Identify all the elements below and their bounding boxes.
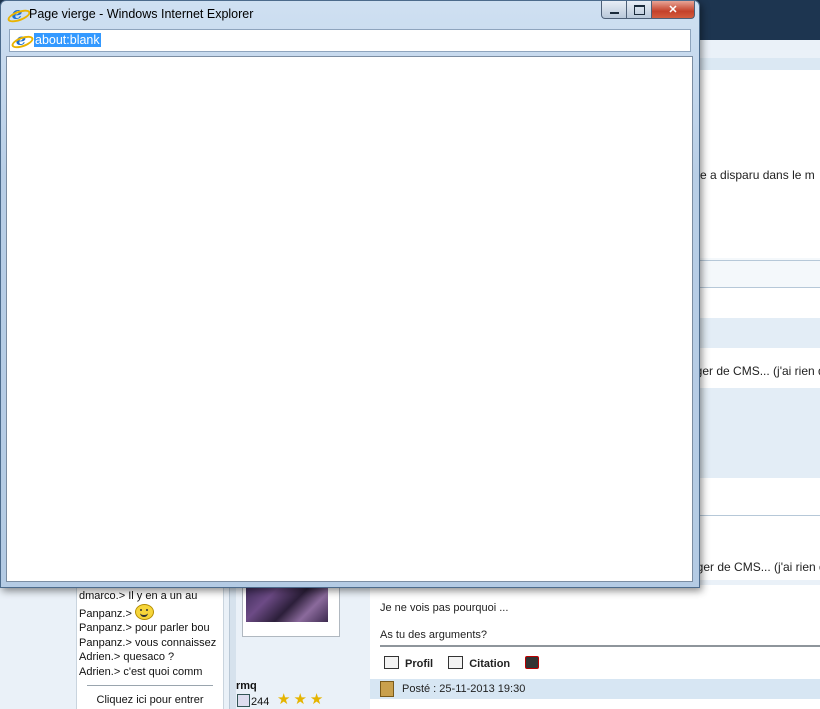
post-text-line: Je ne vois pas pourquoi ... — [380, 602, 509, 614]
post-divider — [380, 645, 820, 647]
title-bar[interactable]: e Page vierge - Windows Internet Explore… — [1, 1, 699, 27]
chat-message: dmarco.> Il y en a un au — [79, 590, 198, 602]
background-divider — [696, 515, 820, 516]
address-input[interactable]: about:blank — [34, 33, 101, 47]
chat-message: Panpanz.> — [79, 603, 221, 622]
ie-popup-window: e Page vierge - Windows Internet Explore… — [0, 0, 700, 588]
minimize-icon — [609, 11, 619, 14]
maximize-icon — [633, 4, 645, 15]
clipboard-icon — [380, 681, 394, 697]
avatar — [242, 583, 340, 637]
avatar-image — [246, 584, 328, 622]
background-strip — [696, 318, 820, 348]
post-body: Je ne vois pas pourquoi ... As tu des ar… — [370, 585, 820, 709]
background-snippet: site a disparu dans le m — [688, 168, 815, 182]
quote-icon — [448, 656, 464, 669]
window-title: Page vierge - Windows Internet Explorer — [29, 7, 254, 21]
post-text-line: As tu des arguments? — [380, 629, 488, 641]
maximize-button[interactable] — [627, 1, 652, 19]
chat-enter-link[interactable]: Cliquez ici pour entrer — [79, 694, 221, 706]
print-icon[interactable] — [525, 656, 540, 669]
chat-message: Adrien.> c'est quoi comm — [79, 665, 203, 678]
profile-icon — [384, 656, 399, 669]
minimize-button[interactable] — [601, 1, 627, 19]
background-divider — [696, 287, 820, 288]
column-separator — [229, 585, 236, 709]
background-snippet: nger de CMS... (j'ai rien dit) — [689, 364, 820, 378]
rank-stars: ★★★ — [277, 691, 327, 708]
chat-divider — [87, 685, 213, 686]
post-date: Posté : 25-11-2013 19:30 — [402, 683, 526, 695]
background-divider — [696, 260, 820, 261]
profile-button[interactable]: Profil — [384, 656, 439, 670]
chat-message: Panpanz.> vous connaissez — [79, 636, 217, 649]
chat-message: Panpanz.> pour parler bou — [79, 622, 210, 634]
ie-logo-icon: e — [9, 6, 25, 23]
close-icon: ✕ — [668, 4, 678, 16]
background-strip — [696, 388, 820, 478]
ie-page-icon: e — [13, 32, 29, 48]
page-content-area[interactable] — [6, 56, 693, 582]
smiley-icon — [134, 603, 154, 620]
post-count: 244 — [237, 694, 269, 708]
quote-button[interactable]: Citation — [448, 656, 516, 670]
close-button[interactable]: ✕ — [652, 1, 695, 19]
window-controls: ✕ — [601, 1, 695, 19]
edit-icon — [237, 694, 250, 707]
chat-message: Adrien.> quesaco ? — [79, 651, 175, 663]
background-strip — [696, 258, 820, 288]
background-snippet: nger de CMS... (j'ai rien d — [690, 560, 820, 574]
chatbox: dmarco.> Il y en a un au Panpanz.> Panpa… — [76, 585, 224, 709]
post-actions: Profil Citation — [384, 656, 545, 670]
post-author-username[interactable]: rmq — [236, 680, 257, 692]
background-strip — [696, 58, 820, 70]
post-meta-bar: Posté : 25-11-2013 19:30 — [370, 679, 820, 699]
address-bar[interactable]: e about:blank — [9, 29, 691, 52]
